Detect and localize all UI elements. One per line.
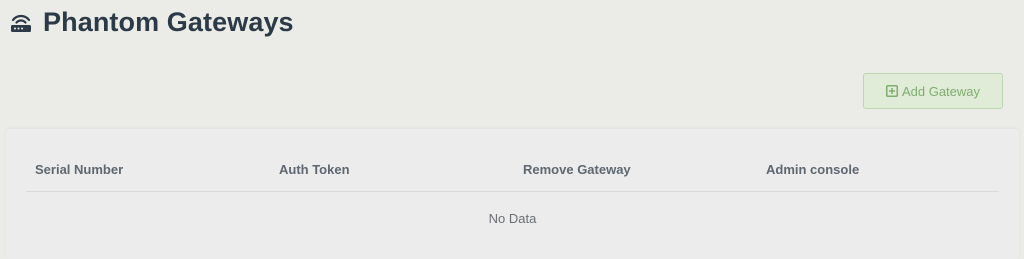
- column-remove-gateway[interactable]: Remove Gateway: [523, 162, 631, 177]
- page-header: Phantom Gateways: [8, 4, 294, 40]
- gateways-panel: Serial Number Auth Token Remove Gateway …: [6, 129, 1019, 259]
- plus-square-icon: [885, 85, 898, 97]
- add-gateway-button[interactable]: Add Gateway: [863, 73, 1003, 109]
- empty-state-text: No Data: [488, 211, 537, 226]
- column-admin-console[interactable]: Admin console: [766, 162, 859, 177]
- table-header: Serial Number Auth Token Remove Gateway …: [26, 151, 999, 192]
- page-title: Phantom Gateways: [43, 6, 294, 37]
- column-auth-token[interactable]: Auth Token: [279, 162, 350, 177]
- add-gateway-label: Add Gateway: [901, 83, 981, 99]
- column-serial-number[interactable]: Serial Number: [35, 162, 123, 177]
- router-icon: [8, 9, 34, 35]
